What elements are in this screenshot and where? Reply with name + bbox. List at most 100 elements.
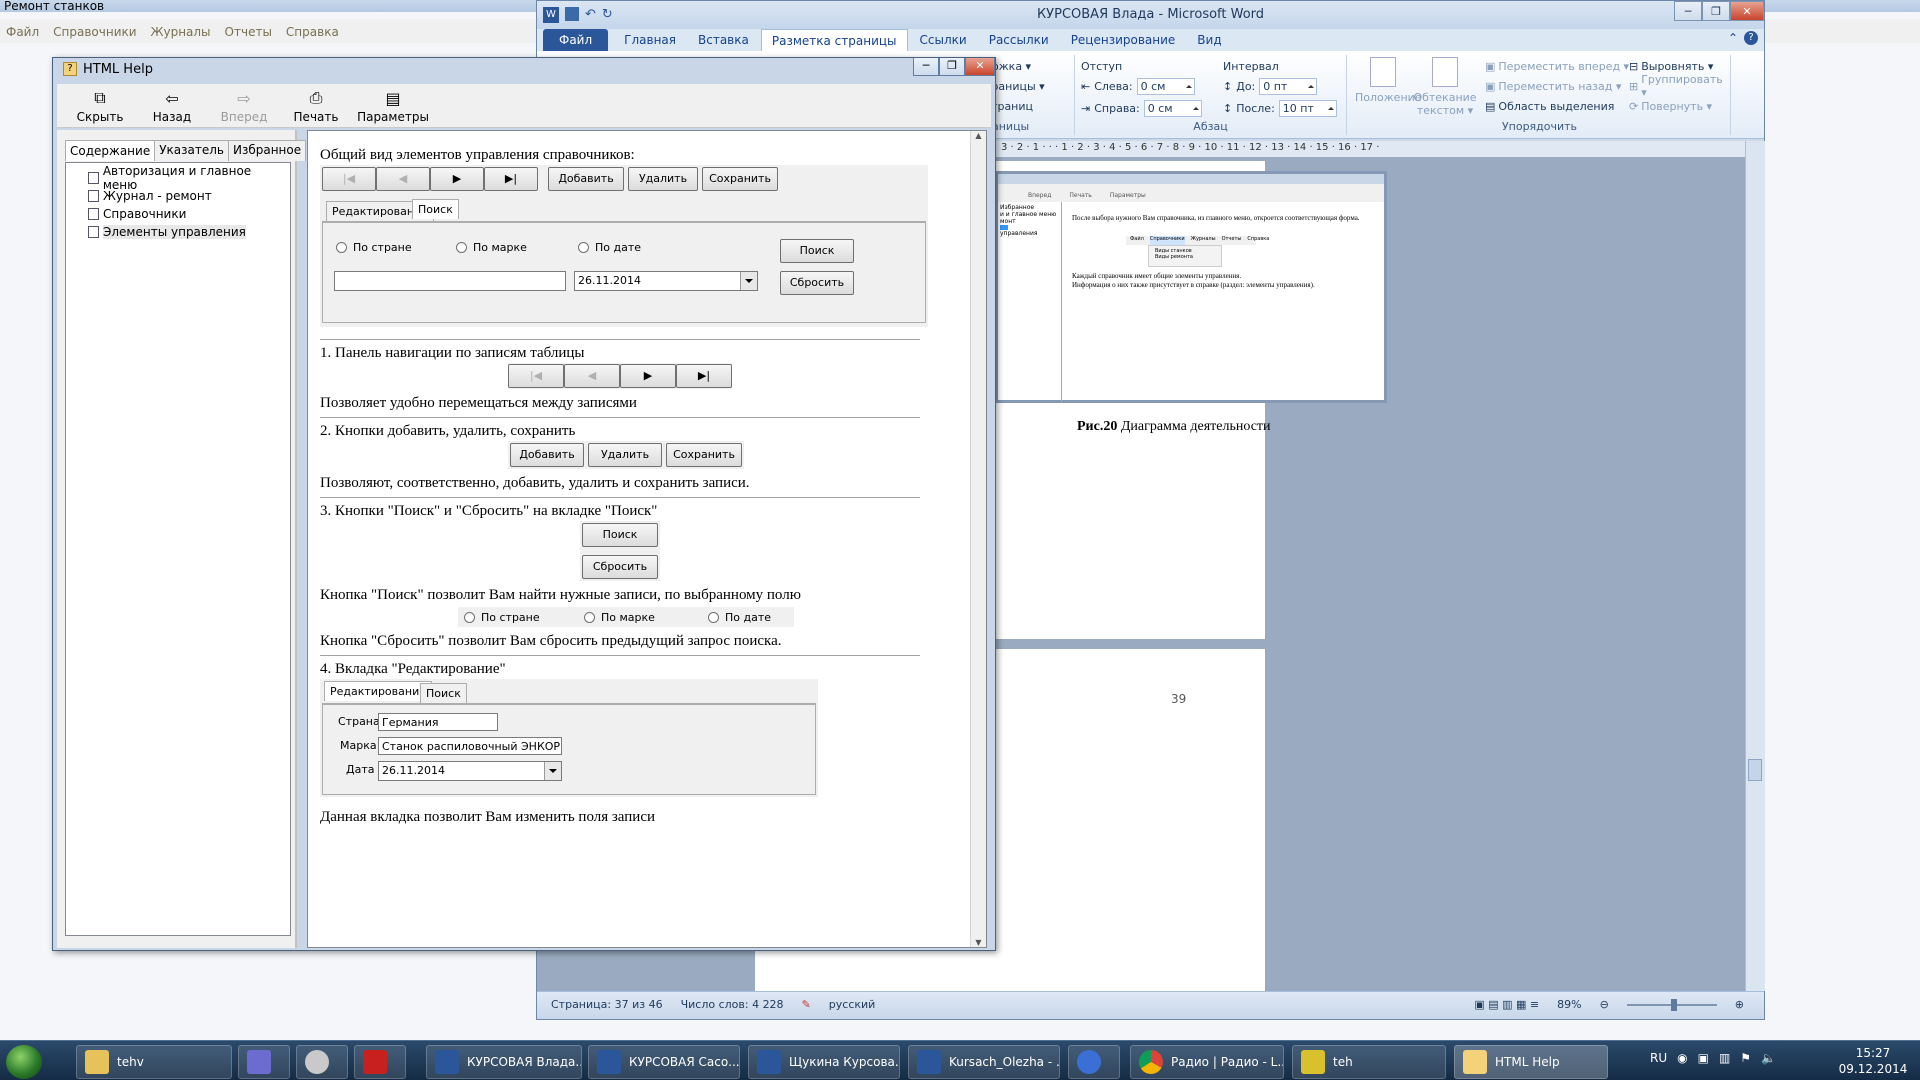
- search-text-input[interactable]: [334, 271, 566, 291]
- help-maximize-button[interactable]: ❐: [939, 58, 965, 76]
- radio-by-brand[interactable]: По марке: [584, 611, 655, 624]
- selection-pane-button[interactable]: ▤ Область выделения: [1485, 97, 1614, 115]
- bring-forward-button[interactable]: ▣ Переместить вперед ▾: [1485, 57, 1629, 75]
- help-vertical-scrollbar[interactable]: ▲ ▼: [970, 131, 986, 947]
- forward-button[interactable]: ⇨ Вперед: [211, 84, 277, 128]
- status-language[interactable]: русский: [829, 992, 876, 1019]
- radio-by-country[interactable]: По стране: [464, 611, 540, 624]
- taskbar-item-html-help[interactable]: HTML Help: [1454, 1045, 1608, 1079]
- nav-next-button[interactable]: ▶: [430, 167, 484, 191]
- tray-icon[interactable]: ◉: [1677, 1051, 1687, 1065]
- tab-file[interactable]: Файл: [543, 29, 609, 51]
- tab-insert[interactable]: Вставка: [688, 29, 759, 51]
- help-icon[interactable]: ?: [1744, 31, 1758, 45]
- word-scroll-thumb[interactable]: [1748, 759, 1762, 781]
- tab-references[interactable]: Ссылки: [910, 29, 977, 51]
- delete-button[interactable]: Удалить: [588, 443, 662, 467]
- reset-button[interactable]: Сбросить: [780, 271, 854, 295]
- bg-menu-reports[interactable]: Отчеты: [225, 25, 272, 39]
- taskbar-item-teh[interactable]: teh: [1292, 1045, 1446, 1079]
- back-button[interactable]: ⇦ Назад: [139, 84, 205, 128]
- scroll-down-icon[interactable]: ▼: [971, 938, 986, 947]
- help-close-button[interactable]: ✕: [965, 58, 995, 76]
- zoom-in-icon[interactable]: ⊕: [1735, 992, 1744, 1019]
- radio-by-date[interactable]: По дате: [578, 241, 641, 254]
- add-button[interactable]: Добавить: [548, 167, 624, 191]
- nav-prev-button[interactable]: ◀: [564, 364, 620, 388]
- ribbon-collapse-icon[interactable]: ⌃: [1728, 31, 1738, 45]
- status-page[interactable]: Страница: 37 из 46: [551, 992, 663, 1019]
- radio-by-country[interactable]: По стране: [336, 241, 412, 254]
- nav-first-button[interactable]: |◀: [508, 364, 564, 388]
- options-button[interactable]: ▤ Параметры: [355, 84, 431, 128]
- radio-by-date[interactable]: По дате: [708, 611, 771, 624]
- bg-menu-journals[interactable]: Журналы: [151, 25, 211, 39]
- bg-menu-file[interactable]: Файл: [6, 25, 39, 39]
- nav-next-button[interactable]: ▶: [620, 364, 676, 388]
- tab-search[interactable]: Поиск: [420, 683, 467, 703]
- tab-home[interactable]: Главная: [614, 29, 686, 51]
- bg-menu-dicts[interactable]: Справочники: [53, 25, 136, 39]
- spacing-after-field[interactable]: 10 пт: [1278, 99, 1337, 117]
- undo-icon[interactable]: ↶: [585, 7, 596, 23]
- date-combo[interactable]: 26.11.2014: [574, 271, 758, 291]
- zoom-out-icon[interactable]: ⊖: [1600, 992, 1609, 1019]
- spellcheck-icon[interactable]: ✎: [802, 992, 811, 1019]
- search-button[interactable]: Поиск: [582, 523, 658, 547]
- flag-icon[interactable]: ⚑: [1740, 1051, 1751, 1065]
- taskbar-item-app[interactable]: [238, 1045, 290, 1079]
- zoom-level[interactable]: 89%: [1557, 992, 1581, 1019]
- tab-view[interactable]: Вид: [1187, 29, 1231, 51]
- tab-page-layout[interactable]: Разметка страницы: [760, 29, 908, 51]
- search-button[interactable]: Поиск: [780, 239, 854, 263]
- taskbar-item-app[interactable]: [1068, 1045, 1120, 1079]
- save-button[interactable]: Сохранить: [702, 167, 778, 191]
- position-button[interactable]: Положение: [1355, 57, 1422, 104]
- rotate-button[interactable]: ⟳ Повернуть ▾: [1629, 97, 1712, 115]
- tree-item[interactable]: Справочники: [88, 205, 286, 223]
- country-field[interactable]: Германия: [378, 713, 498, 731]
- tab-index[interactable]: Указатель: [154, 140, 229, 161]
- help-minimize-button[interactable]: ─: [913, 58, 939, 76]
- word-close-button[interactable]: ✕: [1730, 1, 1764, 21]
- network-icon[interactable]: ▥: [1719, 1051, 1730, 1065]
- taskbar-item-app[interactable]: [296, 1045, 348, 1079]
- nav-last-button[interactable]: ▶|: [484, 167, 538, 191]
- tab-contents[interactable]: Содержание: [65, 140, 156, 161]
- taskbar-item-word-4[interactable]: Kursach_Olezha - ...: [908, 1045, 1060, 1079]
- tree-item[interactable]: Авторизация и главное меню: [88, 164, 286, 192]
- zoom-slider[interactable]: [1626, 999, 1717, 1011]
- indent-left-field[interactable]: 0 см: [1136, 77, 1195, 95]
- tray-icon[interactable]: ▣: [1698, 1051, 1709, 1065]
- nav-last-button[interactable]: ▶|: [676, 364, 732, 388]
- taskbar-item-tehv[interactable]: tehv: [76, 1045, 232, 1079]
- date-combo[interactable]: 26.11.2014: [378, 761, 562, 781]
- indent-right-field[interactable]: 0 см: [1143, 99, 1202, 117]
- word-maximize-button[interactable]: ❐: [1702, 1, 1730, 21]
- taskbar-item-word-3[interactable]: Щукина Курсова...: [748, 1045, 900, 1079]
- hide-button[interactable]: ⧉ Скрыть: [67, 84, 133, 128]
- send-backward-button[interactable]: ▣ Переместить назад ▾: [1485, 77, 1621, 95]
- print-button[interactable]: ⎙ Печать: [283, 84, 349, 128]
- clock[interactable]: 15:27 09.12.2014: [1830, 1045, 1916, 1079]
- reset-button[interactable]: Сбросить: [582, 555, 658, 579]
- nav-first-button[interactable]: |◀: [322, 167, 376, 191]
- word-vertical-scrollbar[interactable]: [1745, 141, 1765, 991]
- delete-button[interactable]: Удалить: [628, 167, 698, 191]
- language-indicator[interactable]: RU: [1650, 1051, 1667, 1065]
- bg-menu-help[interactable]: Справка: [286, 25, 339, 39]
- radio-by-brand[interactable]: По марке: [456, 241, 527, 254]
- add-button[interactable]: Добавить: [510, 443, 584, 467]
- tab-edit[interactable]: Редактирование: [324, 681, 432, 701]
- word-minimize-button[interactable]: ─: [1674, 1, 1702, 21]
- tab-favorites[interactable]: Избранное: [227, 140, 307, 161]
- status-words[interactable]: Число слов: 4 228: [681, 992, 784, 1019]
- tab-mailings[interactable]: Рассылки: [979, 29, 1059, 51]
- taskbar-item-word-1[interactable]: КУРСОВАЯ Влада...: [426, 1045, 582, 1079]
- taskbar-item-chrome[interactable]: Радио | Радио - L...: [1130, 1045, 1284, 1079]
- tab-review[interactable]: Рецензирование: [1061, 29, 1186, 51]
- brand-field[interactable]: Станок распиловочный ЭНКОР Кор: [378, 737, 562, 755]
- save-icon[interactable]: [565, 7, 579, 21]
- spacing-before-field[interactable]: 0 пт: [1259, 77, 1318, 95]
- tab-search[interactable]: Поиск: [412, 199, 459, 219]
